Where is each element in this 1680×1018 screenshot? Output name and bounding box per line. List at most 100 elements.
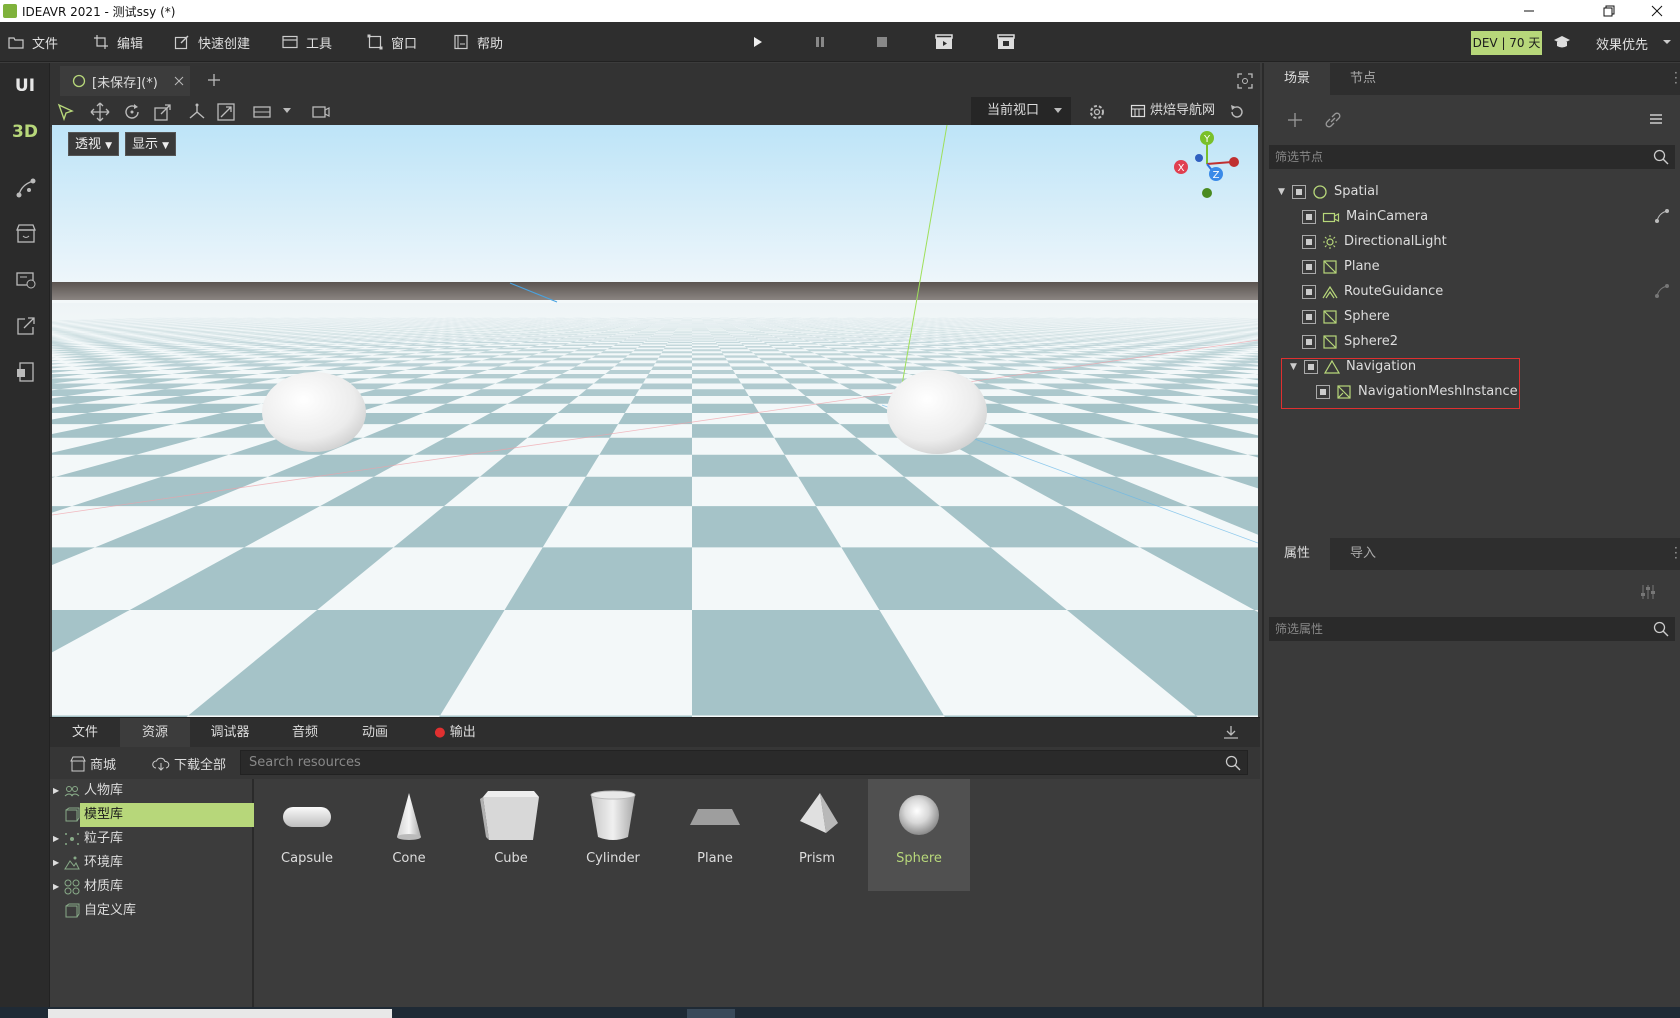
collapse-panel-button[interactable] xyxy=(1223,725,1239,741)
menu-tools[interactable]: 工具 xyxy=(282,22,332,62)
visibility-toggle[interactable] xyxy=(1302,285,1316,299)
asset-sphere[interactable]: Sphere xyxy=(868,779,970,891)
asset-cone[interactable]: Cone xyxy=(358,779,460,891)
tab-properties[interactable]: 属性 xyxy=(1264,538,1330,570)
quality-selector[interactable]: 效果优先 xyxy=(1596,34,1648,53)
viewport-settings-icon[interactable] xyxy=(1087,102,1107,122)
tree-item-characters[interactable]: ▶ 人物库 xyxy=(50,779,254,803)
node-plane[interactable]: Plane xyxy=(1302,255,1380,279)
collapse-arrow-icon[interactable]: ▼ xyxy=(1278,180,1286,204)
move-tool-icon[interactable] xyxy=(90,102,110,122)
menu-file[interactable]: 文件 xyxy=(8,22,58,62)
visibility-toggle[interactable] xyxy=(1304,360,1318,374)
fullscreen-button[interactable] xyxy=(1237,73,1253,89)
taskbar-search[interactable] xyxy=(48,1009,392,1018)
display-button[interactable]: 显示 ▼ xyxy=(125,132,177,156)
node-maincamera[interactable]: MainCamera xyxy=(1302,205,1428,229)
3d-viewport[interactable]: 透视 ▼ 显示 ▼ Y X Z xyxy=(52,125,1258,717)
node-directionallight[interactable]: DirectionalLight xyxy=(1302,230,1447,254)
asset-cube[interactable]: Cube xyxy=(460,779,562,891)
visibility-toggle[interactable] xyxy=(1302,210,1316,224)
expand-arrow-icon[interactable]: ▶ xyxy=(53,875,59,899)
menu-quick-create[interactable]: 快速创建 xyxy=(174,22,250,62)
store-button[interactable]: 商城 xyxy=(70,754,116,773)
3d-mode-button[interactable]: 3D xyxy=(0,122,50,142)
viewport-select[interactable]: 当前视口 xyxy=(971,97,1071,125)
snap-tool-icon[interactable] xyxy=(216,102,236,122)
tab-audio[interactable]: 音频 xyxy=(270,718,340,748)
link-node-button[interactable] xyxy=(1324,111,1342,129)
grid-tool-icon[interactable] xyxy=(253,102,273,122)
play-scene-button[interactable] xyxy=(933,31,955,53)
perspective-button[interactable]: 透视 ▼ xyxy=(68,132,120,156)
visibility-toggle[interactable] xyxy=(1302,235,1316,249)
tab-node[interactable]: 节点 xyxy=(1330,63,1396,95)
tree-item-environment[interactable]: ▶ 环境库 xyxy=(50,851,254,875)
axis-gizmo[interactable]: Y X Z xyxy=(1172,129,1242,199)
asset-prism[interactable]: Prism xyxy=(766,779,868,891)
tab-resources[interactable]: 资源 xyxy=(120,718,190,748)
select-tool-icon[interactable] xyxy=(56,102,76,122)
scale-tool-icon[interactable] xyxy=(153,102,173,122)
pivot-tool-icon[interactable] xyxy=(187,102,207,122)
asset-cylinder[interactable]: Cylinder xyxy=(562,779,664,891)
collapse-arrow-icon[interactable]: ▼ xyxy=(1290,355,1298,379)
expand-arrow-icon[interactable]: ▶ xyxy=(53,851,59,875)
publish-icon[interactable] xyxy=(15,361,37,383)
play-button[interactable] xyxy=(746,31,768,53)
tree-item-custom[interactable]: 自定义库 xyxy=(50,899,254,923)
camera-preview-icon[interactable] xyxy=(311,102,331,122)
property-filter-input[interactable] xyxy=(1269,617,1639,641)
hamburger-menu-icon[interactable] xyxy=(1648,111,1664,127)
resource-search-input[interactable] xyxy=(241,751,1201,774)
export-icon[interactable] xyxy=(15,315,37,337)
visibility-toggle[interactable] xyxy=(1316,385,1330,399)
add-tab-button[interactable] xyxy=(207,73,221,87)
tree-item-models[interactable]: 模型库 xyxy=(80,803,254,827)
expand-arrow-icon[interactable]: ▶ xyxy=(53,779,59,803)
asset-plane[interactable]: Plane xyxy=(664,779,766,891)
ui-mode-button[interactable]: UI xyxy=(0,76,50,96)
tab-animation[interactable]: 动画 xyxy=(340,718,410,748)
tab-output[interactable]: ● 输出 xyxy=(420,718,490,748)
tab-scene[interactable]: 场景 xyxy=(1264,63,1330,95)
minimize-button[interactable] xyxy=(1506,0,1552,22)
bake-navmesh-button[interactable]: 烘焙导航网 xyxy=(1130,97,1215,125)
property-settings-icon[interactable] xyxy=(1639,583,1657,601)
asset-capsule[interactable]: Capsule xyxy=(256,779,358,891)
visibility-toggle[interactable] xyxy=(1302,260,1316,274)
menu-help[interactable]: 帮助 xyxy=(453,22,503,62)
visibility-toggle[interactable] xyxy=(1292,185,1306,199)
tab-debugger[interactable]: 调试器 xyxy=(190,718,270,748)
download-all-button[interactable]: 下载全部 xyxy=(152,754,226,773)
device-settings-icon[interactable] xyxy=(15,269,37,291)
store-icon[interactable] xyxy=(15,223,37,245)
tab-import[interactable]: 导入 xyxy=(1330,538,1396,570)
menu-window[interactable]: 窗口 xyxy=(367,22,417,62)
tree-item-particles[interactable]: ▶ 粒子库 xyxy=(50,827,254,851)
close-window-button[interactable] xyxy=(1634,0,1680,22)
expand-arrow-icon[interactable]: ▶ xyxy=(53,827,59,851)
property-filter[interactable] xyxy=(1269,617,1675,641)
add-node-button[interactable] xyxy=(1286,111,1304,129)
reset-icon[interactable] xyxy=(1227,102,1247,122)
chevron-down-icon[interactable] xyxy=(1662,38,1672,46)
stop-button[interactable] xyxy=(871,31,893,53)
node-navigationmeshinstance[interactable]: NavigationMeshInstance xyxy=(1316,380,1518,404)
script-attached-icon[interactable] xyxy=(1654,283,1670,299)
script-attached-icon[interactable] xyxy=(1654,208,1670,224)
pause-button[interactable] xyxy=(809,31,831,53)
play-custom-scene-button[interactable] xyxy=(995,31,1017,53)
taskbar-app[interactable] xyxy=(687,1009,735,1018)
more-options-icon[interactable]: · · · xyxy=(1674,67,1678,89)
grid-options-chevron-icon[interactable] xyxy=(282,107,302,127)
node-filter[interactable] xyxy=(1269,145,1675,169)
node-sphere[interactable]: Sphere xyxy=(1302,305,1390,329)
license-badge[interactable]: DEV | 70 天 xyxy=(1471,31,1542,55)
restore-button[interactable] xyxy=(1586,0,1632,22)
node-filter-input[interactable] xyxy=(1269,145,1639,169)
graduation-cap-icon[interactable] xyxy=(1553,33,1571,51)
rotate-tool-icon[interactable] xyxy=(122,102,142,122)
node-routeguidance[interactable]: RouteGuidance xyxy=(1302,280,1443,304)
resource-search[interactable] xyxy=(240,750,1248,775)
